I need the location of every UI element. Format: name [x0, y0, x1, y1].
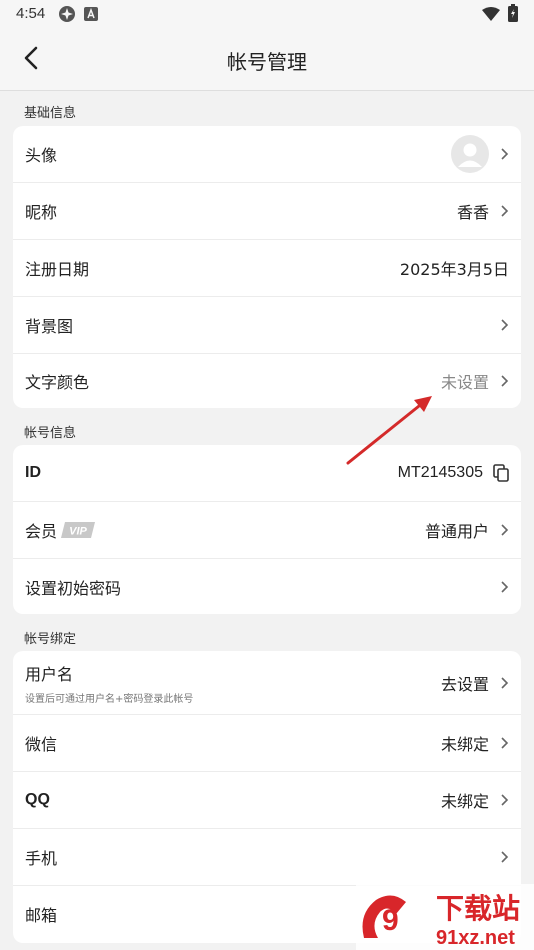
account-info-card: ID MT2145305 会员 VIP 普通用户 设置初始密码 — [13, 445, 521, 614]
chevron-right-icon — [501, 524, 509, 536]
nickname-label: 昵称 — [25, 203, 58, 222]
register-date-label: 注册日期 — [25, 260, 90, 279]
username-value: 去设置 — [440, 674, 489, 694]
username-label: 用户名 — [25, 665, 74, 684]
text-color-row[interactable]: 文字颜色 未设置 — [13, 353, 521, 408]
wechat-value: 未绑定 — [440, 735, 489, 754]
section-label-binding: 帐号绑定 — [24, 632, 77, 647]
qq-value: 未绑定 — [440, 792, 489, 811]
chevron-right-icon — [501, 676, 509, 689]
username-hint: 设置后可通过用户名+密码登录此帐号 — [25, 694, 194, 705]
nickname-value: 香香 — [456, 203, 489, 222]
background-image-row[interactable]: 背景图 — [13, 297, 521, 354]
qq-row[interactable]: QQ 未绑定 — [13, 772, 521, 829]
section-label-basic: 基础信息 — [24, 106, 77, 121]
avatar-row[interactable]: 头像 — [13, 126, 521, 183]
phone-row[interactable]: 手机 — [13, 829, 521, 886]
svg-text:9: 9 — [382, 904, 399, 937]
avatar-label: 头像 — [25, 146, 58, 165]
set-password-row[interactable]: 设置初始密码 — [13, 559, 521, 614]
watermark-logo: 9 下载站 91xz.net — [356, 884, 534, 950]
chevron-right-icon — [501, 737, 509, 749]
copy-icon[interactable] — [493, 464, 509, 482]
navigation-bar: 帐号管理 — [0, 28, 534, 91]
annotation-arrow-icon — [346, 396, 432, 465]
phone-label: 手机 — [25, 849, 58, 868]
chevron-right-icon — [501, 205, 509, 217]
text-color-label: 文字颜色 — [25, 373, 90, 392]
register-date-value: 2025年3月5日 — [399, 260, 509, 279]
chevron-right-icon — [501, 851, 509, 863]
chevron-right-icon — [501, 581, 509, 593]
email-label: 邮箱 — [25, 906, 58, 925]
chevron-right-icon — [501, 148, 509, 160]
wifi-icon — [482, 7, 500, 21]
wechat-row[interactable]: 微信 未绑定 — [13, 715, 521, 772]
wechat-label: 微信 — [25, 735, 58, 754]
membership-value: 普通用户 — [424, 522, 489, 541]
register-date-row: 注册日期 2025年3月5日 — [13, 240, 521, 297]
chevron-right-icon — [501, 319, 509, 331]
text-color-value: 未设置 — [440, 373, 489, 392]
id-label: ID — [25, 464, 41, 481]
chevron-right-icon — [501, 794, 509, 806]
background-image-label: 背景图 — [25, 317, 74, 336]
status-time: 4:54 — [16, 5, 46, 22]
nickname-row[interactable]: 昵称 香香 — [13, 183, 521, 240]
qq-label: QQ — [25, 791, 50, 808]
vip-badge-icon: VIP — [61, 522, 95, 538]
basic-info-card: 头像 昵称 香香 注册日期 2025年3月5日 背景图 文字颜色 未设置 — [13, 126, 521, 408]
section-label-account: 帐号信息 — [24, 426, 77, 441]
set-password-label: 设置初始密码 — [25, 579, 122, 598]
avatar[interactable] — [451, 135, 489, 173]
app-notification-icon — [59, 6, 75, 22]
battery-icon — [508, 4, 518, 22]
font-notification-icon — [84, 7, 98, 21]
watermark-domain: 91xz.net — [436, 927, 515, 949]
default-avatar-icon — [458, 143, 482, 167]
membership-label: 会员 — [25, 522, 58, 541]
chevron-right-icon — [501, 375, 509, 387]
watermark-title: 下载站 — [436, 892, 520, 925]
status-bar: 4:54 — [0, 0, 534, 28]
membership-row[interactable]: 会员 VIP 普通用户 — [13, 502, 521, 559]
id-row: ID MT2145305 — [13, 445, 521, 502]
username-row[interactable]: 用户名 设置后可通过用户名+密码登录此帐号 去设置 — [13, 651, 521, 715]
page-title: 帐号管理 — [227, 50, 307, 74]
vip-badge-text: VIP — [69, 526, 87, 538]
